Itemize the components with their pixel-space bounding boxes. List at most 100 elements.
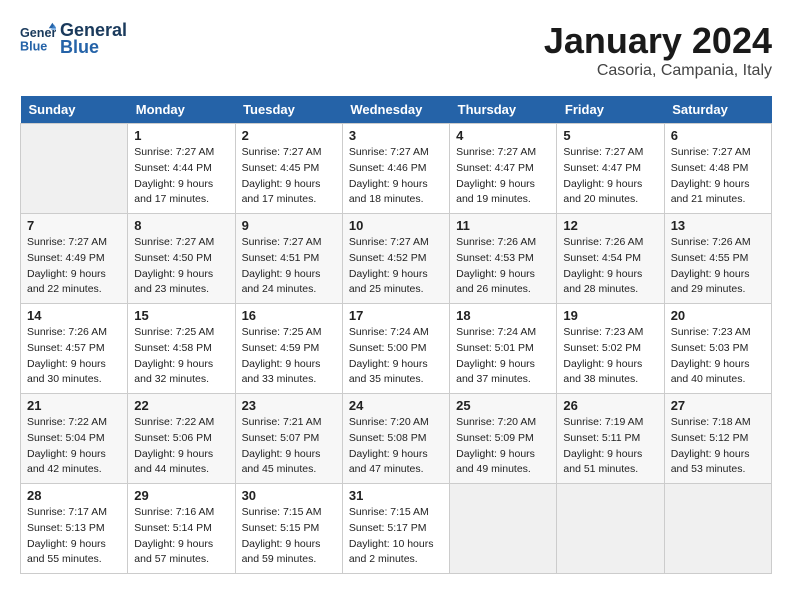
day-cell: 31Sunrise: 7:15 AM Sunset: 5:17 PM Dayli… [342,484,449,574]
day-info: Sunrise: 7:27 AM Sunset: 4:46 PM Dayligh… [349,145,443,208]
svg-text:General: General [20,26,56,40]
day-number: 31 [349,488,443,503]
day-cell: 4Sunrise: 7:27 AM Sunset: 4:47 PM Daylig… [450,124,557,214]
day-number: 14 [27,308,121,323]
day-cell: 7Sunrise: 7:27 AM Sunset: 4:49 PM Daylig… [21,214,128,304]
calendar-header-row: SundayMondayTuesdayWednesdayThursdayFrid… [21,96,772,124]
day-number: 29 [134,488,228,503]
day-info: Sunrise: 7:24 AM Sunset: 5:01 PM Dayligh… [456,325,550,388]
page-header: General Blue General Blue January 2024 C… [20,20,772,80]
day-cell: 11 Sunrise: 7:26 AM Sunset: 4:53 PM Dayli… [450,214,557,304]
day-cell [21,124,128,214]
day-number: 27 [671,398,765,413]
week-row-1: 1 Sunrise: 7:27 AM Sunset: 4:44 PM Daylig… [21,124,772,214]
day-number: 22 [134,398,228,413]
day-number: 8 [134,218,228,233]
day-cell: 23Sunrise: 7:21 AM Sunset: 5:07 PM Dayli… [235,394,342,484]
day-cell: 10 Sunrise: 7:27 AM Sunset: 4:52 PM Dayli… [342,214,449,304]
day-info: Sunrise: 7:27 AM Sunset: 4:51 PM Dayligh… [242,235,336,298]
header-sunday: Sunday [21,96,128,124]
day-cell: 5 Sunrise: 7:27 AM Sunset: 4:47 PM Daylig… [557,124,664,214]
day-info: Sunrise: 7:20 AM Sunset: 5:08 PM Dayligh… [349,415,443,478]
day-info: Sunrise: 7:19 AM Sunset: 5:11 PM Dayligh… [563,415,657,478]
logo-blue-text: Blue [60,37,127,58]
day-cell [450,484,557,574]
day-info: Sunrise: 7:23 AM Sunset: 5:02 PM Dayligh… [563,325,657,388]
week-row-3: 14 Sunrise: 7:26 AM Sunset: 4:57 PM Dayli… [21,304,772,394]
header-monday: Monday [128,96,235,124]
day-info: Sunrise: 7:26 AM Sunset: 4:53 PM Dayligh… [456,235,550,298]
day-info: Sunrise: 7:27 AM Sunset: 4:50 PM Dayligh… [134,235,228,298]
day-info: Sunrise: 7:15 AM Sunset: 5:15 PM Dayligh… [242,505,336,568]
header-friday: Friday [557,96,664,124]
day-number: 19 [563,308,657,323]
header-thursday: Thursday [450,96,557,124]
day-info: Sunrise: 7:23 AM Sunset: 5:03 PM Dayligh… [671,325,765,388]
day-cell: 1 Sunrise: 7:27 AM Sunset: 4:44 PM Daylig… [128,124,235,214]
day-cell: 6 Sunrise: 7:27 AM Sunset: 4:48 PM Daylig… [664,124,771,214]
day-number: 30 [242,488,336,503]
day-cell: 3 Sunrise: 7:27 AM Sunset: 4:46 PM Daylig… [342,124,449,214]
day-cell [557,484,664,574]
day-info: Sunrise: 7:24 AM Sunset: 5:00 PM Dayligh… [349,325,443,388]
day-cell: 28 Sunrise: 7:17 AM Sunset: 5:13 PM Dayli… [21,484,128,574]
day-info: Sunrise: 7:26 AM Sunset: 4:57 PM Dayligh… [27,325,121,388]
day-number: 17 [349,308,443,323]
location-title: Casoria, Campania, Italy [544,62,772,80]
day-number: 20 [671,308,765,323]
logo-icon: General Blue [20,21,56,57]
day-number: 16 [242,308,336,323]
day-number: 23 [242,398,336,413]
day-info: Sunrise: 7:18 AM Sunset: 5:12 PM Dayligh… [671,415,765,478]
day-info: Sunrise: 7:26 AM Sunset: 4:54 PM Dayligh… [563,235,657,298]
day-info: Sunrise: 7:25 AM Sunset: 4:58 PM Dayligh… [134,325,228,388]
day-cell: 20 Sunrise: 7:23 AM Sunset: 5:03 PM Dayli… [664,304,771,394]
day-info: Sunrise: 7:16 AM Sunset: 5:14 PM Dayligh… [134,505,228,568]
day-info: Sunrise: 7:27 AM Sunset: 4:44 PM Dayligh… [134,145,228,208]
day-info: Sunrise: 7:17 AM Sunset: 5:13 PM Dayligh… [27,505,121,568]
day-number: 15 [134,308,228,323]
logo: General Blue General Blue [20,20,127,58]
day-cell: 29 Sunrise: 7:16 AM Sunset: 5:14 PM Dayli… [128,484,235,574]
header-saturday: Saturday [664,96,771,124]
day-number: 25 [456,398,550,413]
day-number: 9 [242,218,336,233]
day-info: Sunrise: 7:22 AM Sunset: 5:06 PM Dayligh… [134,415,228,478]
day-cell: 25Sunrise: 7:20 AM Sunset: 5:09 PM Dayli… [450,394,557,484]
day-info: Sunrise: 7:22 AM Sunset: 5:04 PM Dayligh… [27,415,121,478]
day-number: 28 [27,488,121,503]
week-row-2: 7Sunrise: 7:27 AM Sunset: 4:49 PM Daylig… [21,214,772,304]
header-tuesday: Tuesday [235,96,342,124]
day-number: 10 [349,218,443,233]
day-number: 18 [456,308,550,323]
day-number: 6 [671,128,765,143]
day-number: 5 [563,128,657,143]
day-number: 21 [27,398,121,413]
day-cell: 12Sunrise: 7:26 AM Sunset: 4:54 PM Dayli… [557,214,664,304]
day-info: Sunrise: 7:27 AM Sunset: 4:47 PM Dayligh… [563,145,657,208]
day-cell: 9 Sunrise: 7:27 AM Sunset: 4:51 PM Daylig… [235,214,342,304]
day-cell: 26Sunrise: 7:19 AM Sunset: 5:11 PM Dayli… [557,394,664,484]
calendar-table: SundayMondayTuesdayWednesdayThursdayFrid… [20,96,772,574]
day-cell [664,484,771,574]
day-cell: 17 Sunrise: 7:24 AM Sunset: 5:00 PM Dayli… [342,304,449,394]
week-row-4: 21 Sunrise: 7:22 AM Sunset: 5:04 PM Dayli… [21,394,772,484]
day-number: 3 [349,128,443,143]
day-cell: 24 Sunrise: 7:20 AM Sunset: 5:08 PM Dayli… [342,394,449,484]
title-block: January 2024 Casoria, Campania, Italy [544,20,772,80]
day-cell: 21 Sunrise: 7:22 AM Sunset: 5:04 PM Dayli… [21,394,128,484]
day-info: Sunrise: 7:27 AM Sunset: 4:47 PM Dayligh… [456,145,550,208]
day-cell: 8 Sunrise: 7:27 AM Sunset: 4:50 PM Daylig… [128,214,235,304]
day-info: Sunrise: 7:26 AM Sunset: 4:55 PM Dayligh… [671,235,765,298]
day-number: 1 [134,128,228,143]
day-number: 11 [456,218,550,233]
month-title: January 2024 [544,20,772,62]
day-number: 24 [349,398,443,413]
day-info: Sunrise: 7:27 AM Sunset: 4:52 PM Dayligh… [349,235,443,298]
day-cell: 19 Sunrise: 7:23 AM Sunset: 5:02 PM Dayli… [557,304,664,394]
day-cell: 2Sunrise: 7:27 AM Sunset: 4:45 PM Daylig… [235,124,342,214]
day-cell: 27 Sunrise: 7:18 AM Sunset: 5:12 PM Dayli… [664,394,771,484]
day-number: 13 [671,218,765,233]
day-info: Sunrise: 7:27 AM Sunset: 4:48 PM Dayligh… [671,145,765,208]
day-cell: 22 Sunrise: 7:22 AM Sunset: 5:06 PM Dayli… [128,394,235,484]
